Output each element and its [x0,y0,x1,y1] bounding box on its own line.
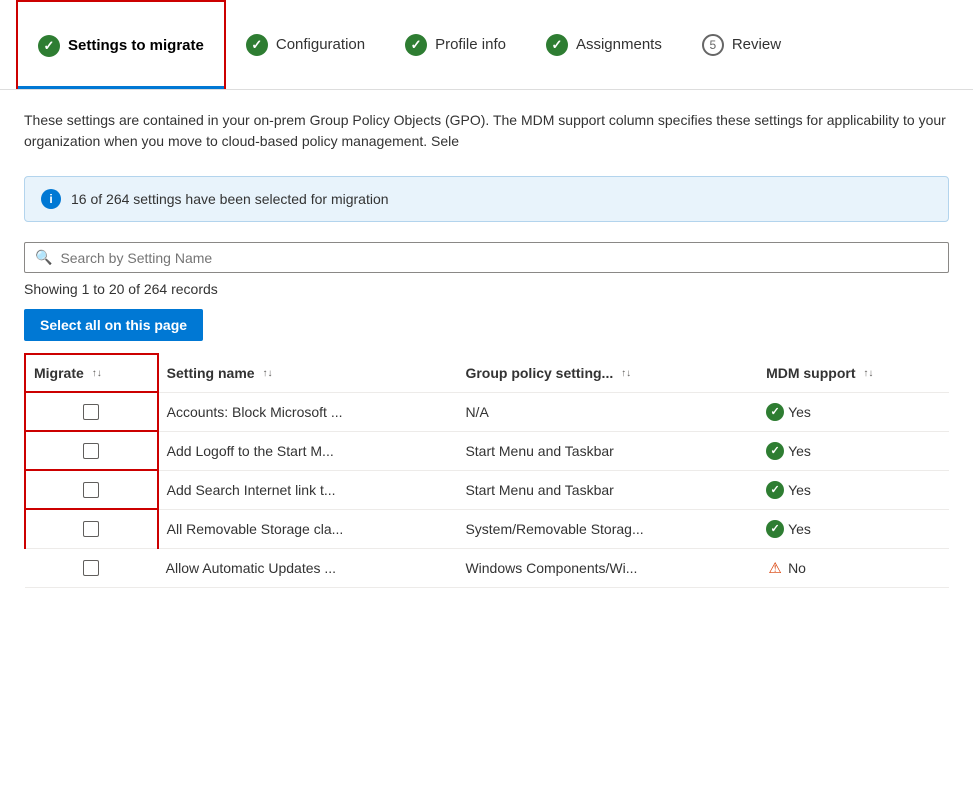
mdm-support-cell: ✓Yes [758,392,949,431]
mdm-label: Yes [788,404,811,420]
wizard-step-settings-label: Settings to migrate [68,37,204,54]
wizard-step-configuration-label: Configuration [276,36,365,53]
group-policy-cell: System/Removable Storag... [457,509,758,548]
setting-name-cell: Accounts: Block Microsoft ... [158,392,458,431]
table-row: Allow Automatic Updates ...Windows Compo… [25,548,949,587]
migrate-checkbox[interactable] [83,404,99,420]
column-header-group-policy: Group policy setting... ↑↓ [457,354,758,392]
setting-name-cell: All Removable Storage cla... [158,509,458,548]
migrate-cell [25,509,158,548]
info-banner: i 16 of 264 settings have been selected … [24,176,949,222]
wizard-nav: Settings to migrate Configuration Profil… [0,0,973,90]
main-content: These settings are contained in your on-… [0,90,973,608]
wizard-step-settings[interactable]: Settings to migrate [16,0,226,89]
mdm-support-cell: ✓Yes [758,470,949,509]
table-row: Add Search Internet link t...Start Menu … [25,470,949,509]
info-banner-text: 16 of 264 settings have been selected fo… [71,191,389,207]
info-icon: i [41,189,61,209]
mdm-support-cell: ✓Yes [758,509,949,548]
check-icon [546,34,568,56]
group-policy-cell: Start Menu and Taskbar [457,470,758,509]
migrate-cell [25,431,158,470]
mdm-label: Yes [788,443,811,459]
table-row: Add Logoff to the Start M...Start Menu a… [25,431,949,470]
search-input[interactable] [60,250,938,266]
status-green-icon: ✓ [766,481,784,499]
step-number-icon: 5 [702,34,724,56]
migrate-cell [25,548,158,587]
status-warning-icon: ⚠ [766,559,784,577]
mdm-label: Yes [788,482,811,498]
group-policy-cell: Windows Components/Wi... [457,548,758,587]
select-all-button[interactable]: Select all on this page [24,309,203,341]
wizard-step-profile[interactable]: Profile info [385,0,526,89]
wizard-step-review[interactable]: 5 Review [682,0,801,89]
sort-arrows-migrate[interactable]: ↑↓ [92,369,102,379]
column-header-setting-name: Setting name ↑↓ [158,354,458,392]
setting-name-cell: Add Logoff to the Start M... [158,431,458,470]
wizard-step-assignments[interactable]: Assignments [526,0,682,89]
status-green-icon: ✓ [766,442,784,460]
sort-arrows-setting-name[interactable]: ↑↓ [262,369,272,379]
migrate-checkbox[interactable] [83,443,99,459]
wizard-step-assignments-label: Assignments [576,36,662,53]
check-icon [405,34,427,56]
migrate-cell [25,470,158,509]
status-green-icon: ✓ [766,520,784,538]
migrate-checkbox[interactable] [83,521,99,537]
group-policy-cell: N/A [457,392,758,431]
search-icon: 🔍 [35,249,52,266]
column-header-migrate: Migrate ↑↓ [25,354,158,392]
wizard-step-configuration[interactable]: Configuration [226,0,385,89]
column-header-mdm-support: MDM support ↑↓ [758,354,949,392]
table-row: Accounts: Block Microsoft ...N/A✓Yes [25,392,949,431]
settings-table: Migrate ↑↓ Setting name ↑↓ Group policy … [24,353,949,588]
sort-arrows-mdm-support[interactable]: ↑↓ [863,369,873,379]
setting-name-cell: Add Search Internet link t... [158,470,458,509]
migrate-checkbox[interactable] [83,482,99,498]
status-green-icon: ✓ [766,403,784,421]
setting-name-cell: Allow Automatic Updates ... [158,548,458,587]
mdm-label: No [788,560,806,576]
mdm-support-cell: ✓Yes [758,431,949,470]
description-text: These settings are contained in your on-… [24,110,949,152]
wizard-step-profile-label: Profile info [435,36,506,53]
migrate-cell [25,392,158,431]
search-box: 🔍 [24,242,949,273]
check-icon [38,35,60,57]
table-row: All Removable Storage cla...System/Remov… [25,509,949,548]
wizard-step-review-label: Review [732,36,781,53]
group-policy-cell: Start Menu and Taskbar [457,431,758,470]
mdm-label: Yes [788,521,811,537]
records-info: Showing 1 to 20 of 264 records [24,281,949,297]
check-icon [246,34,268,56]
migrate-checkbox[interactable] [83,560,99,576]
sort-arrows-group-policy[interactable]: ↑↓ [621,369,631,379]
mdm-support-cell: ⚠No [758,548,949,587]
